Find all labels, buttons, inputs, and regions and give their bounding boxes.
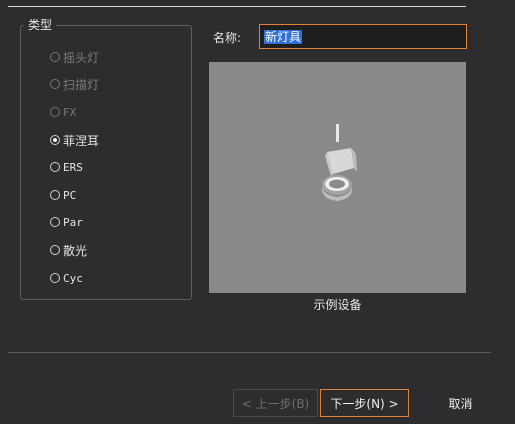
cancel-button[interactable]: 取消 (413, 389, 508, 417)
radio-label: 摇头灯 (63, 50, 100, 65)
radio-label: 菲涅耳 (63, 133, 100, 148)
name-label: 名称: (213, 31, 242, 45)
radio-circle-icon (50, 79, 60, 89)
radio-label: ERS (63, 160, 83, 174)
radio-fx[interactable]: FX (50, 103, 76, 121)
radio-label: PC (63, 188, 77, 202)
name-input-value: 新灯具 (264, 30, 303, 44)
radio-circle-icon (50, 273, 60, 283)
radio-circle-icon (50, 190, 60, 200)
fixture-preview (209, 62, 466, 293)
radio-label: Par (63, 215, 83, 229)
preview-caption: 示例设备 (313, 298, 362, 312)
type-group-title: 类型 (24, 16, 57, 33)
radio-circle-icon (50, 107, 60, 117)
type-groupbox (20, 25, 192, 300)
fresnel-fixture-icon (322, 124, 357, 201)
radio-circle-icon (50, 245, 60, 255)
radio-label: 扫描灯 (63, 77, 100, 92)
radio-circle-icon (50, 162, 60, 172)
radio-par[interactable]: Par (50, 213, 83, 231)
radio-label: 散光 (63, 243, 88, 258)
radio-scanner[interactable]: 扫描灯 (50, 75, 99, 93)
radio-circle-icon (50, 52, 60, 62)
name-input[interactable]: 新灯具 (259, 24, 467, 49)
radio-circle-icon (50, 217, 60, 227)
radio-fresnel[interactable]: 菲涅耳 (50, 131, 99, 149)
radio-checked-icon (50, 135, 60, 145)
radio-moving-head[interactable]: 摇头灯 (50, 48, 99, 66)
next-button[interactable]: 下一步(N) > (320, 389, 409, 417)
radio-cyc[interactable]: Cyc (50, 269, 83, 287)
radio-flood[interactable]: 散光 (50, 241, 87, 259)
bottom-divider (8, 352, 491, 353)
prev-button[interactable]: < 上一步(B) (233, 389, 318, 417)
top-divider (8, 6, 466, 7)
radio-label: Cyc (63, 271, 83, 285)
radio-label: FX (63, 105, 77, 119)
radio-pc[interactable]: PC (50, 186, 76, 204)
radio-ers[interactable]: ERS (50, 158, 83, 176)
